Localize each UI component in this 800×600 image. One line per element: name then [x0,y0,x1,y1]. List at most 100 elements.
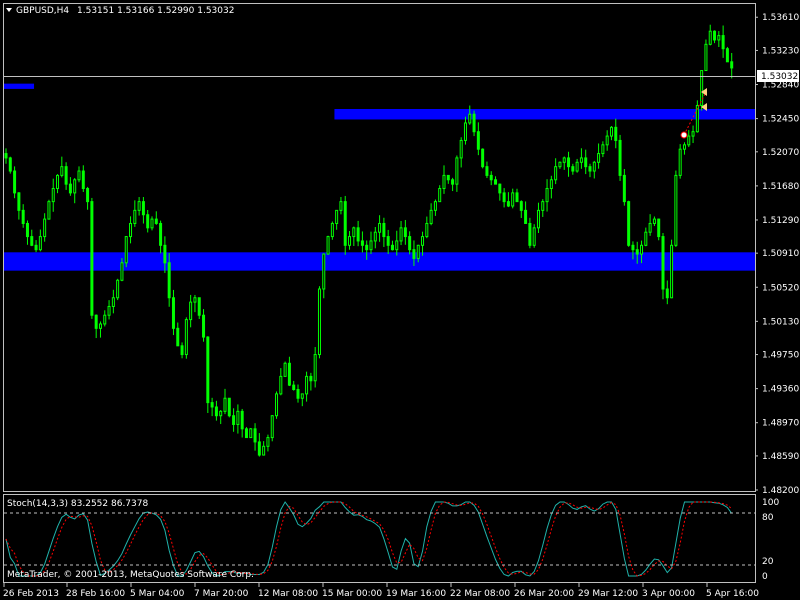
candle-body [575,161,579,172]
candle-body [330,222,334,238]
candle-body [506,201,510,207]
time-tick-label: 12 Mar 08:00 [258,589,318,599]
candle-body [300,393,304,399]
time-axis: 26 Feb 2013 28 Feb 16:00 5 Mar 04:00 7 Mar … [3,583,759,599]
candle-body [206,336,210,404]
candle-body [107,305,111,316]
candle-body [270,415,274,439]
candle-body [446,174,450,181]
candle-body [373,231,377,242]
candle-body [558,161,562,168]
candle-body [13,170,17,194]
candle-body [146,214,150,229]
candle-body [352,227,356,238]
candle-body [403,227,407,238]
price-tick-label: 1.50910 [762,249,799,259]
candle-body [262,445,266,456]
candle-body [47,201,51,220]
candle-body [137,201,141,211]
candle-body [451,179,455,185]
candle-body [120,262,124,281]
candle-body [386,236,390,246]
candle-body [674,174,678,246]
time-tick-label: 28 Feb 16:00 [66,589,125,599]
candle-body [180,345,184,356]
candle-body [219,410,223,417]
candle-body [421,236,425,246]
candle-body [485,166,489,176]
candle-body [257,441,261,456]
candle-body [214,406,218,417]
candle-body [150,218,154,229]
candle-body [283,362,287,377]
candle-body [536,209,540,229]
candle-body [253,428,257,443]
candle-body [494,179,498,185]
candle-body [678,148,682,176]
candle-body [176,327,180,347]
candle-body [433,201,437,211]
candle-body [81,170,85,190]
candle-body [468,113,472,124]
candle-body [154,218,158,224]
candle-body [657,218,661,238]
candle-body [425,222,429,238]
triangle-down-icon[interactable] [6,8,12,12]
stoch-axis-label: 20 [762,557,774,567]
candle-body [60,166,64,176]
candle-body [463,122,467,141]
price-tick-label: 1.52070 [762,148,799,158]
candle-body [193,297,197,303]
candle-body [408,236,412,251]
candle-body [129,222,133,238]
candle-body [343,201,347,246]
candle-body [541,201,545,211]
support-resistance-zone [4,83,35,89]
candle-body [34,244,38,251]
candle-body [622,174,626,203]
candle-body [691,131,695,137]
candle-body [725,48,729,63]
candle-body [17,192,21,211]
candle-body [348,236,352,246]
support-resistance-zone [334,108,755,120]
candle-body [167,262,171,299]
candle-body [43,218,47,238]
candle-body [189,301,193,321]
stoch-axis-label: 0 [762,572,768,582]
candle-body [360,240,364,246]
candle-body [51,188,55,203]
candle-body [365,244,369,251]
time-tick-label: 5 Apr 16:00 [706,589,759,599]
candle-body [511,192,515,207]
candle-body [579,157,583,163]
entry-marker-icon[interactable] [680,131,688,139]
price-axis: 1.53610 1.53230 1.52840 1.52450 1.52070 1.516… [755,13,799,496]
stoch-header: Stoch(14,3,3) 83.2552 86.7378 [7,499,148,509]
candle-body [640,244,644,255]
candle-body [292,384,296,391]
price-tick-label: 1.53610 [762,13,799,23]
price-tick-label: 1.51290 [762,216,799,226]
candle-body [687,135,691,146]
candle-body [416,244,420,259]
candle-body [339,201,343,211]
candle-body [266,437,270,447]
candle-body [489,174,493,181]
time-tick-label: 15 Mar 00:00 [322,589,382,599]
candle-body [64,166,68,185]
candle-body [597,153,601,163]
candle-body [73,179,77,194]
candle-body [665,288,669,299]
candle-body [197,297,201,316]
trading-chart-window[interactable]: GBPUSD,H4 1.53151 1.53166 1.52990 1.5303… [0,0,800,600]
candle-body [545,188,549,203]
time-tick-label: 5 Mar 04:00 [130,589,185,599]
candle-body [111,297,115,307]
candle-body [609,126,613,137]
candle-body [412,249,416,259]
time-tick-label: 29 Mar 12:00 [578,589,638,599]
candle-body [171,297,175,329]
price-tick-label: 1.49360 [762,385,799,395]
candle-body [442,174,446,190]
